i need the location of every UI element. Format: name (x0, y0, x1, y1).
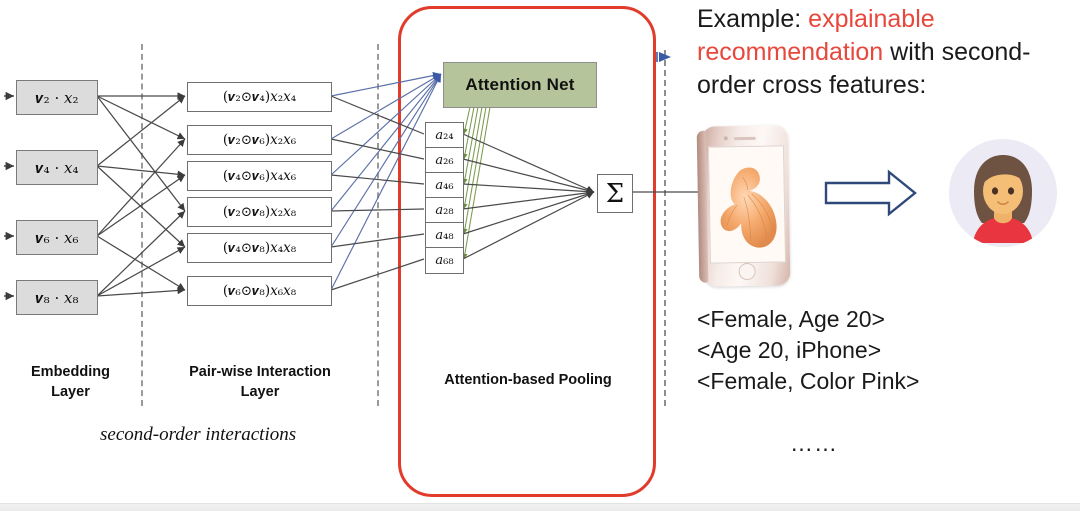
attention-net-box[interactable]: Attention Net (443, 62, 597, 108)
slide-canvas: 𝒗₂ · 𝑥₂ 𝒗₄ · 𝑥₄ 𝒗₆ · 𝑥₆ 𝒗₈ · 𝑥₈ (𝒗₂⊙𝒗₄)𝑥… (0, 0, 1080, 511)
pairwise-node[interactable]: (𝒗₄⊙𝒗₈)𝑥₄𝑥₈ (187, 233, 332, 263)
product-phone-image (696, 125, 791, 287)
pairwise-node[interactable]: (𝒗₆⊙𝒗₈)𝑥₆𝑥₈ (187, 276, 332, 306)
divider-embedding-pairwise (141, 44, 143, 406)
caption-second-order-interactions: second-order interactions (100, 424, 297, 445)
avatar-illustration (949, 139, 1057, 247)
phone-camera-icon (723, 136, 728, 141)
caption-pairwise-line1: Pair-wise Interaction (189, 364, 331, 380)
phone-screen (707, 145, 786, 264)
attention-weight[interactable]: 𝑎₂₄ (425, 122, 464, 149)
phone-wallpaper-fish (708, 146, 785, 263)
embedding-node[interactable]: 𝒗₆ · 𝑥₆ (16, 220, 98, 255)
embedding-node[interactable]: 𝒗₂ · 𝑥₂ (16, 80, 98, 115)
attention-weight[interactable]: 𝑎₂₈ (425, 197, 464, 224)
caption-attention-pooling: Attention-based Pooling (404, 371, 652, 391)
embedding-node[interactable]: 𝒗₄ · 𝑥₄ (16, 150, 98, 185)
headline-prefix: Example: (697, 5, 809, 33)
summation-node[interactable]: Σ (597, 174, 633, 213)
caption-embedding-layer: Embedding Layer (0, 363, 141, 402)
divider-pairwise-pooling (377, 44, 379, 406)
pairwise-node[interactable]: (𝒗₂⊙𝒗₆)𝑥₂𝑥₆ (187, 125, 332, 155)
attention-weight[interactable]: 𝑎₂₆ (425, 147, 464, 174)
list-item: <Female, Color Pink> (697, 367, 920, 394)
phone-side-edge (696, 130, 709, 283)
divider-pooling-output (664, 50, 666, 406)
list-ellipsis: …… (790, 430, 838, 456)
headline: Example: explainable recommendation with… (697, 3, 1077, 102)
list-item: <Age 20, iPhone> (697, 336, 882, 363)
attention-weight[interactable]: 𝑎₄₈ (425, 222, 464, 249)
phone-speaker (733, 136, 756, 140)
pairwise-node[interactable]: (𝒗₂⊙𝒗₄)𝑥₂𝑥₄ (187, 82, 332, 112)
caption-pooling-text: Attention-based Pooling (444, 372, 612, 388)
pairwise-node[interactable]: (𝒗₄⊙𝒗₆)𝑥₄𝑥₆ (187, 161, 332, 191)
attention-weight[interactable]: 𝑎₄₆ (425, 172, 464, 199)
list-item: <Female, Age 20> (697, 306, 885, 332)
attention-weight[interactable]: 𝑎₆₈ (425, 247, 464, 274)
caption-embedding-line2: Layer (51, 383, 90, 400)
pairwise-node[interactable]: (𝒗₂⊙𝒗₈)𝑥₂𝑥₈ (187, 197, 332, 227)
caption-pairwise-line2: Layer (240, 383, 280, 400)
embedding-node[interactable]: 𝒗₈ · 𝑥₈ (16, 280, 98, 315)
phone-home-button (738, 262, 756, 281)
cross-feature-list: <Female, Age 20> <Age 20, iPhone> <Femal… (697, 304, 1077, 396)
avatar (949, 139, 1057, 247)
caption-pairwise-layer: Pair-wise Interaction Layer (148, 363, 372, 402)
caption-embedding-line1: Embedding (31, 364, 110, 380)
